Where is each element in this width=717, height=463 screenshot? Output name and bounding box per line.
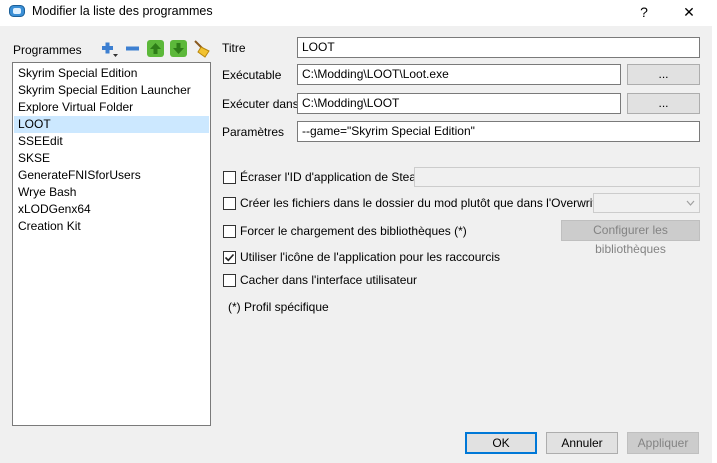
list-item[interactable]: Skyrim Special Edition [14, 65, 209, 82]
remove-program-button[interactable] [123, 39, 142, 58]
hide-ui-label: Cacher dans l'interface utilisateur [240, 273, 418, 287]
ok-button[interactable]: OK [465, 432, 537, 454]
app-icon [9, 5, 25, 17]
hide-ui-checkbox[interactable] [223, 274, 236, 287]
list-item[interactable]: GenerateFNISforUsers [14, 167, 209, 184]
list-item[interactable]: SSEEdit [14, 133, 209, 150]
minus-icon [126, 46, 139, 51]
chevron-down-icon [686, 200, 695, 206]
force-libs-label: Forcer le chargement des bibliothèques (… [240, 224, 467, 238]
browse-run-in-button[interactable]: ... [627, 93, 700, 114]
move-up-button[interactable] [146, 39, 165, 58]
window-title: Modifier la liste des programmes [32, 4, 213, 18]
executable-field[interactable]: C:\Modding\LOOT\Loot.exe [297, 64, 621, 85]
list-item[interactable]: Explore Virtual Folder [14, 99, 209, 116]
arrow-up-icon [147, 40, 164, 57]
list-item[interactable]: Skyrim Special Edition Launcher [14, 82, 209, 99]
list-item-selected[interactable]: LOOT [14, 116, 209, 133]
executable-label: Exécutable [222, 68, 282, 82]
use-icon-checkbox[interactable] [223, 251, 236, 264]
apply-button[interactable]: Appliquer [627, 432, 699, 454]
help-button[interactable]: ? [629, 2, 659, 22]
add-program-button[interactable] [100, 39, 119, 58]
checkmark-icon [224, 253, 235, 262]
cancel-button[interactable]: Annuler [546, 432, 618, 454]
arrow-down-icon [170, 40, 187, 57]
steam-id-label: Écraser l'ID d'application de Steam [240, 170, 427, 184]
steam-id-field [414, 167, 700, 187]
move-down-button[interactable] [169, 39, 188, 58]
parameters-label: Paramètres [222, 125, 285, 139]
close-button[interactable]: ✕ [674, 2, 704, 22]
background-window-edge [712, 26, 717, 463]
create-files-label: Créer les fichiers dans le dossier du mo… [240, 196, 619, 210]
configure-libs-button[interactable]: Configurer les bibliothèques [561, 220, 700, 256]
title-label: Titre [222, 41, 246, 55]
programs-label: Programmes [13, 43, 82, 57]
list-item[interactable]: SKSE [14, 150, 209, 167]
overwrite-dropdown [593, 193, 700, 213]
list-item[interactable]: xLODGenx64 [14, 201, 209, 218]
profile-note: (*) Profil spécifique [228, 300, 329, 314]
force-libs-checkbox[interactable] [223, 225, 236, 238]
list-item[interactable]: Creation Kit [14, 218, 209, 235]
list-item[interactable]: Wrye Bash [14, 184, 209, 201]
use-icon-label: Utiliser l'icône de l'application pour l… [240, 250, 501, 264]
steam-id-checkbox[interactable] [223, 171, 236, 184]
broom-icon [194, 40, 210, 58]
create-files-checkbox[interactable] [223, 197, 236, 210]
run-in-label: Exécuter dans [222, 97, 299, 111]
plus-dropdown-icon [102, 42, 118, 57]
run-in-field[interactable]: C:\Modding\LOOT [297, 93, 621, 114]
title-field[interactable]: LOOT [297, 37, 700, 58]
browse-executable-button[interactable]: ... [627, 64, 700, 85]
program-list[interactable]: Skyrim Special Edition Skyrim Special Ed… [12, 62, 211, 426]
parameters-field[interactable]: --game="Skyrim Special Edition" [297, 121, 700, 142]
clear-button[interactable] [192, 39, 211, 58]
